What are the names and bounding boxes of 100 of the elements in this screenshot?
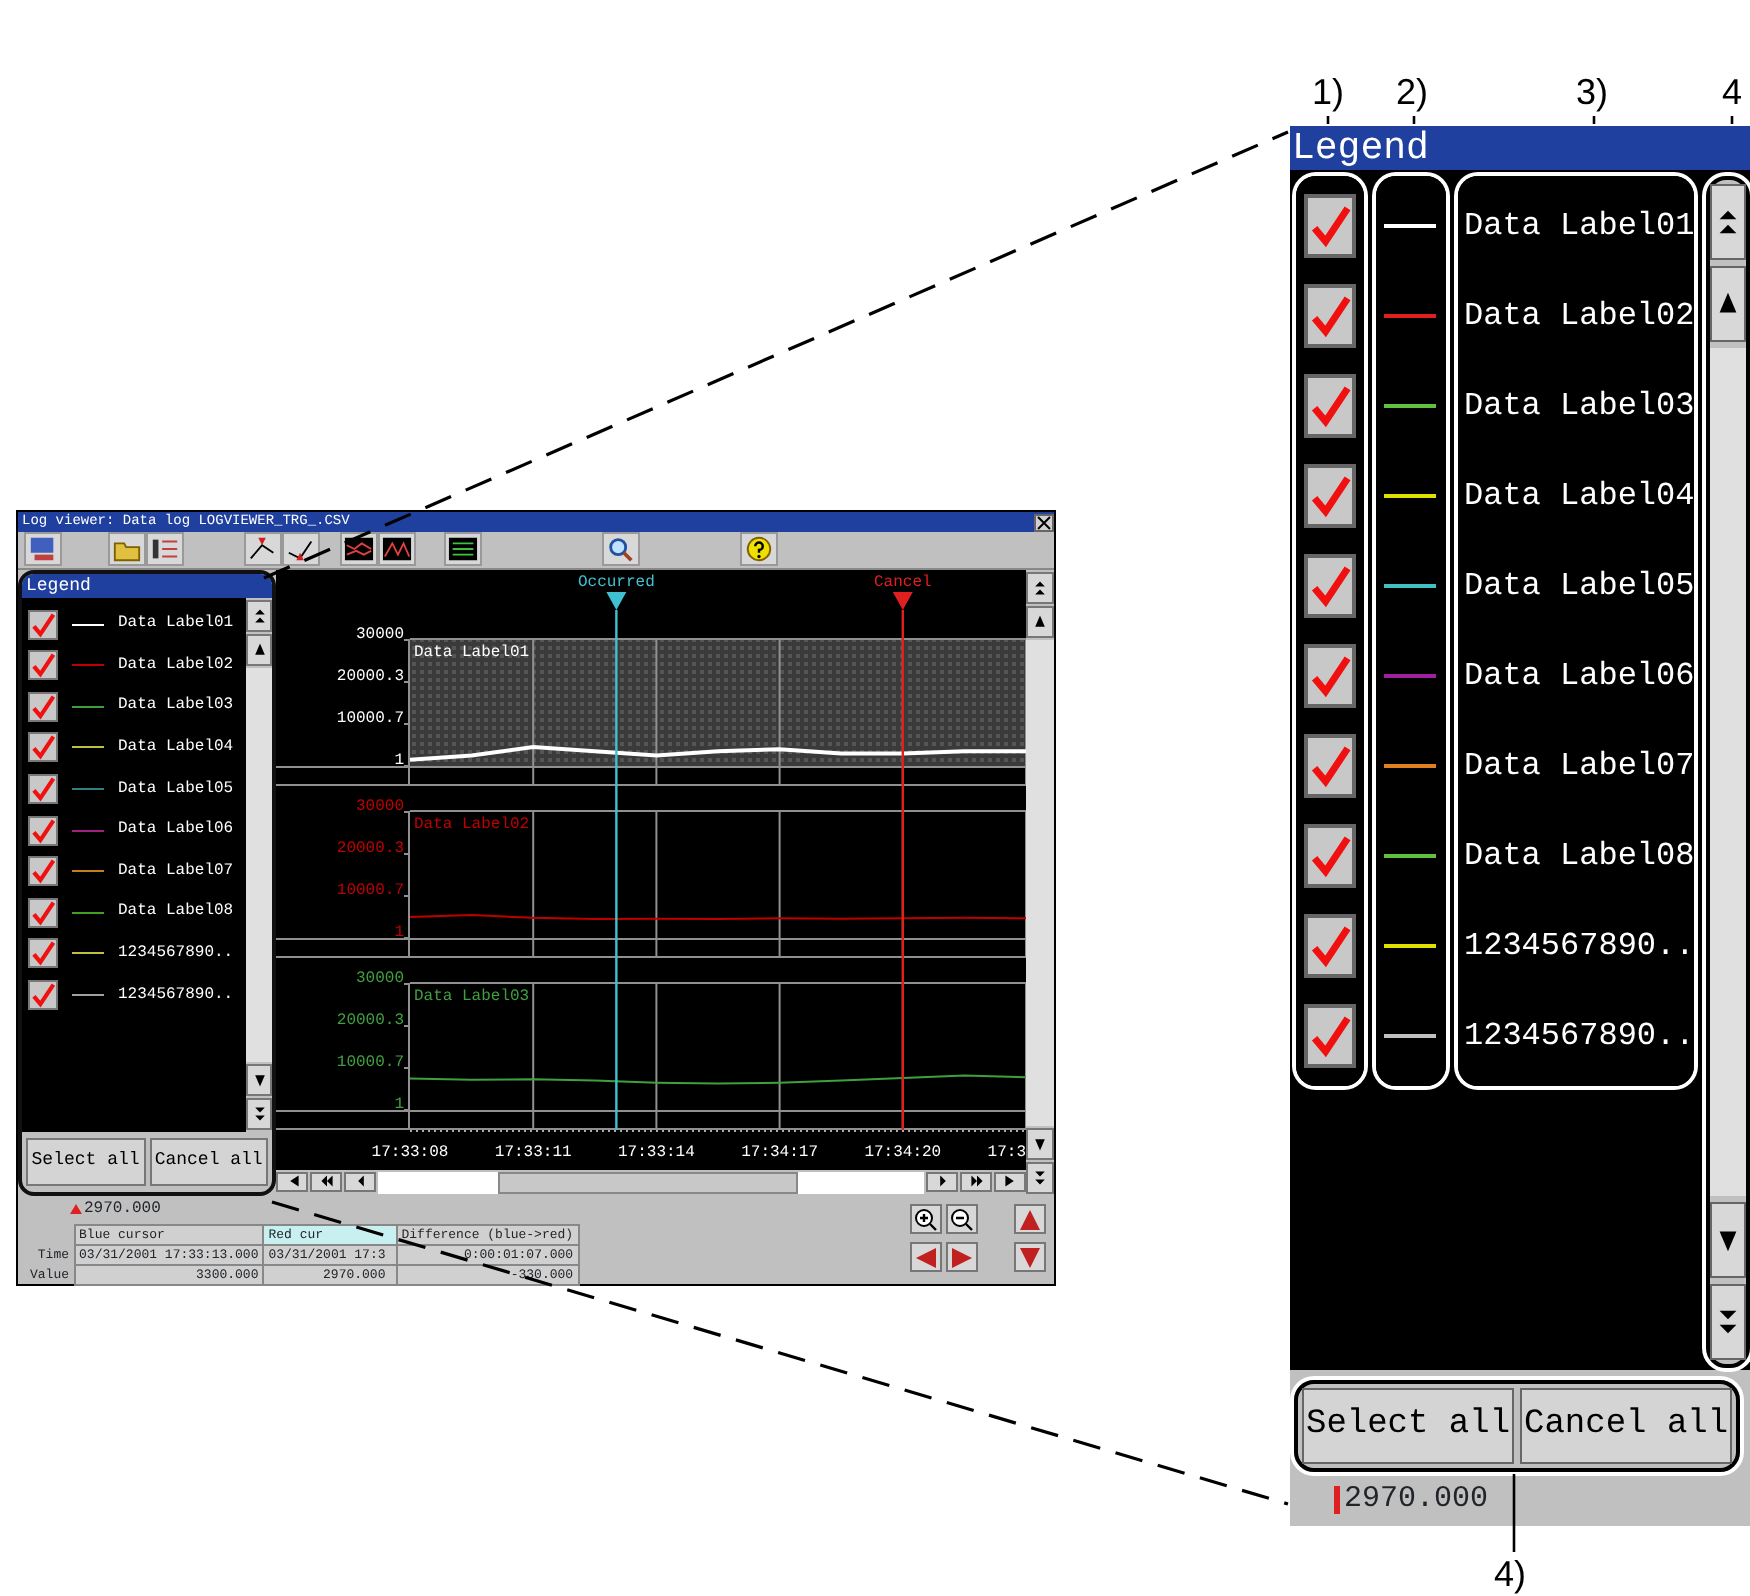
checkbox[interactable]	[1303, 643, 1356, 707]
leader-line	[1592, 116, 1596, 124]
axis-tick-label: 30000	[356, 797, 405, 816]
checkbox[interactable]	[28, 650, 58, 681]
legend-button[interactable]: Select all	[26, 1138, 146, 1186]
checkbox[interactable]	[1303, 1003, 1356, 1067]
toolbar-button[interactable]	[444, 532, 482, 567]
navigation-button[interactable]	[946, 1204, 978, 1234]
checkbox[interactable]	[28, 815, 58, 846]
callout-number: 4	[1722, 72, 1743, 112]
zoom-out-icon	[950, 1207, 974, 1231]
leader-line	[1412, 116, 1416, 124]
legend-label: Data Label02	[1464, 295, 1695, 337]
cursor-marker-icon	[70, 1204, 82, 1214]
check-icon	[30, 611, 56, 638]
checkbox[interactable]	[1303, 193, 1356, 257]
legend-label: Data Label04	[1464, 475, 1695, 517]
checkbox[interactable]	[28, 609, 58, 640]
checkbox[interactable]	[1303, 373, 1356, 437]
scroll-button[interactable]	[926, 1171, 959, 1192]
scroll-button[interactable]	[246, 1098, 273, 1130]
checkbox[interactable]	[28, 691, 58, 722]
axis-tick-label: 10000.7	[336, 881, 405, 900]
callout-number: 4)	[1494, 1554, 1527, 1594]
axis-tick-label: 30000	[356, 969, 405, 988]
down-arrow-icon	[1018, 1245, 1042, 1269]
scroll-button[interactable]	[1026, 571, 1054, 604]
scroll-button[interactable]	[344, 1171, 377, 1192]
toolbar-button[interactable]	[378, 532, 416, 567]
scroll-button[interactable]	[1710, 184, 1746, 260]
checkbox[interactable]	[28, 774, 58, 805]
checkbox[interactable]	[1303, 283, 1356, 347]
axis-tick-label: 17:34:20	[864, 1143, 942, 1162]
right-arrow-icon	[950, 1245, 974, 1269]
cursor-marker-icon	[1334, 1486, 1340, 1514]
toolbar-button[interactable]	[340, 532, 378, 567]
axis-tick-label: 20000.3	[336, 1011, 405, 1030]
scroll-button[interactable]	[246, 633, 273, 666]
scroll-down-icon	[1032, 1134, 1049, 1154]
checkbox[interactable]	[1303, 553, 1356, 617]
scroll-button[interactable]	[1026, 1128, 1054, 1160]
scroll-bottom-icon	[251, 1104, 268, 1124]
checkbox[interactable]	[28, 856, 58, 887]
scroll-button[interactable]	[276, 1171, 309, 1192]
axis-tick-label: 17:33:14	[618, 1143, 695, 1162]
line-chart-icon	[380, 534, 414, 565]
checkbox[interactable]	[1303, 463, 1356, 527]
scrollbar-thumb[interactable]	[498, 1171, 799, 1194]
scroll-button[interactable]	[246, 1064, 273, 1096]
axis-tick-label: 1	[394, 923, 405, 942]
axis-tick-label: 30000	[356, 625, 405, 644]
legend-label: Data Label05	[1464, 565, 1695, 607]
left-arrow-icon	[914, 1245, 938, 1269]
toolbar-button[interactable]	[244, 532, 282, 567]
cursor-value: 2970.000	[1344, 1479, 1489, 1520]
check-icon	[30, 693, 56, 720]
check-icon	[30, 776, 56, 803]
axis-tick-label: 20000.3	[336, 839, 405, 858]
checkbox[interactable]	[1303, 823, 1356, 887]
toolbar-button[interactable]	[740, 532, 778, 567]
checkbox[interactable]	[1303, 913, 1356, 977]
scroll-button[interactable]	[1026, 1162, 1054, 1194]
search-icon	[604, 534, 638, 565]
legend-label: 1234567890..	[1464, 1015, 1695, 1057]
checkbox[interactable]	[28, 897, 58, 928]
checkbox[interactable]	[28, 938, 58, 969]
axis-tick-label: 20000.3	[336, 667, 405, 686]
panel-title: Legend	[1290, 126, 1750, 170]
scroll-button[interactable]	[1710, 266, 1746, 342]
callout-number: 2)	[1396, 72, 1429, 112]
line-chart-icon	[342, 534, 376, 565]
checkbox[interactable]	[28, 980, 58, 1011]
scroll-top-icon	[1032, 577, 1049, 598]
scroll-button[interactable]	[1710, 1202, 1746, 1278]
legend-label: Data Label06	[1464, 655, 1695, 697]
scroll-button[interactable]	[310, 1171, 343, 1192]
scroll-button[interactable]	[960, 1171, 993, 1192]
cursor-value: 2970.000	[84, 1197, 161, 1221]
legend-label: Data Label07	[118, 859, 234, 884]
scroll-button[interactable]	[1026, 605, 1054, 638]
legend-label: Data Label05	[118, 777, 234, 802]
check-icon	[30, 982, 56, 1009]
series-label: Data Label03	[414, 987, 530, 1006]
legend-label: Data Label02	[118, 653, 234, 678]
checkbox[interactable]	[1303, 733, 1356, 797]
close-button[interactable]	[1034, 513, 1054, 531]
check-icon	[30, 899, 56, 926]
checkbox[interactable]	[28, 732, 58, 763]
legend-button[interactable]: Select all	[1302, 1387, 1515, 1463]
scroll-button[interactable]	[1710, 1284, 1746, 1360]
legend-label: Data Label03	[118, 694, 234, 719]
scroll-button[interactable]	[246, 599, 273, 632]
toolbar-button[interactable]	[282, 532, 320, 567]
scroll-button[interactable]	[994, 1171, 1027, 1192]
legend-button[interactable]: Cancel all	[1520, 1387, 1733, 1463]
legend-button[interactable]: Cancel all	[149, 1138, 269, 1186]
axis-tick-label: 10000.7	[336, 1053, 405, 1072]
toolbar-button[interactable]	[146, 532, 184, 567]
navigation-button[interactable]	[910, 1204, 942, 1234]
check-icon	[30, 817, 56, 844]
